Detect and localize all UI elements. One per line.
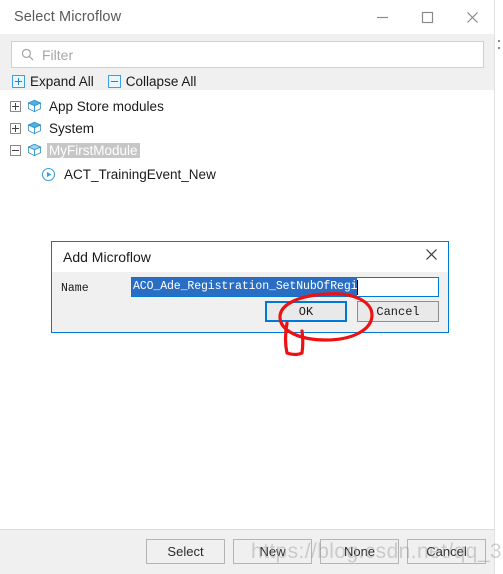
footer-button-group: Select New None Cancel: [146, 539, 486, 564]
cancel-button[interactable]: Cancel: [407, 539, 486, 564]
expand-collapse-toolbar: Expand All Collapse All: [12, 72, 210, 90]
window-controls: [360, 0, 495, 34]
tree-node-label: System: [49, 120, 95, 136]
module-cube-icon: [27, 143, 42, 157]
collapse-all-button[interactable]: Collapse All: [107, 73, 197, 89]
select-microflow-window: Select Microflow Filter Expand All Colla…: [0, 0, 503, 574]
filter-box[interactable]: [11, 41, 484, 68]
ok-button[interactable]: OK: [265, 301, 347, 322]
tree-node-app-store-modules[interactable]: App Store modules: [0, 96, 495, 116]
edge-dots: [498, 40, 501, 60]
none-button[interactable]: None: [320, 539, 399, 564]
tree-node-label: App Store modules: [49, 98, 164, 114]
maximize-button[interactable]: [405, 0, 450, 34]
dialog-cancel-button[interactable]: Cancel: [357, 301, 439, 322]
minimize-icon: [376, 11, 389, 24]
expand-toggle-icon[interactable]: [10, 122, 21, 134]
dialog-title: Add Microflow: [63, 249, 151, 265]
dialog-titlebar: Add Microflow: [52, 242, 448, 272]
tree-node-label: ACT_TrainingEvent_New: [64, 166, 216, 182]
footer-bar: Select New None Cancel: [0, 529, 495, 574]
text-caret: [357, 279, 359, 295]
add-microflow-dialog: Add Microflow Name ACO_Ade_Registration_…: [51, 241, 449, 333]
close-button[interactable]: [450, 0, 495, 34]
close-icon: [466, 11, 479, 24]
dialog-close-button[interactable]: [414, 242, 448, 272]
search-input[interactable]: [42, 46, 462, 63]
plus-box-icon: [12, 74, 25, 88]
search-icon: [21, 48, 34, 61]
collapse-all-label: Collapse All: [125, 73, 197, 89]
new-button[interactable]: New: [233, 539, 312, 564]
window-titlebar: Select Microflow: [0, 0, 495, 34]
maximize-icon: [421, 11, 434, 24]
expand-all-label: Expand All: [30, 73, 94, 89]
name-field-value: ACO_Ade_Registration_SetNubOfRegi: [132, 278, 358, 296]
minus-box-icon: [107, 74, 121, 88]
expand-toggle-icon[interactable]: [10, 100, 21, 112]
tree-node-myfirstmodule[interactable]: MyFirstModule: [0, 140, 495, 160]
background-window-edge: [494, 0, 503, 574]
expand-all-button[interactable]: Expand All: [12, 74, 94, 89]
module-cube-icon: [27, 121, 42, 135]
tree-node-act-trainingevent-new[interactable]: ACT_TrainingEvent_New: [0, 164, 495, 184]
module-cube-icon: [27, 99, 42, 113]
name-label: Name: [61, 282, 89, 295]
collapse-toggle-icon[interactable]: [10, 144, 21, 156]
dialog-body: Name ACO_Ade_Registration_SetNubOfRegi O…: [52, 272, 448, 332]
name-field[interactable]: ACO_Ade_Registration_SetNubOfRegi: [131, 277, 439, 297]
page-title: Select Microflow: [14, 9, 122, 25]
filter-zone: Expand All Collapse All: [0, 34, 495, 90]
dialog-button-group: OK Cancel: [265, 301, 439, 322]
select-button[interactable]: Select: [146, 539, 225, 564]
tree-node-label: MyFirstModule: [47, 142, 140, 158]
tree-node-system[interactable]: System: [0, 118, 495, 138]
minimize-button[interactable]: [360, 0, 405, 34]
microflow-icon: [41, 167, 56, 182]
close-icon: [425, 248, 438, 266]
